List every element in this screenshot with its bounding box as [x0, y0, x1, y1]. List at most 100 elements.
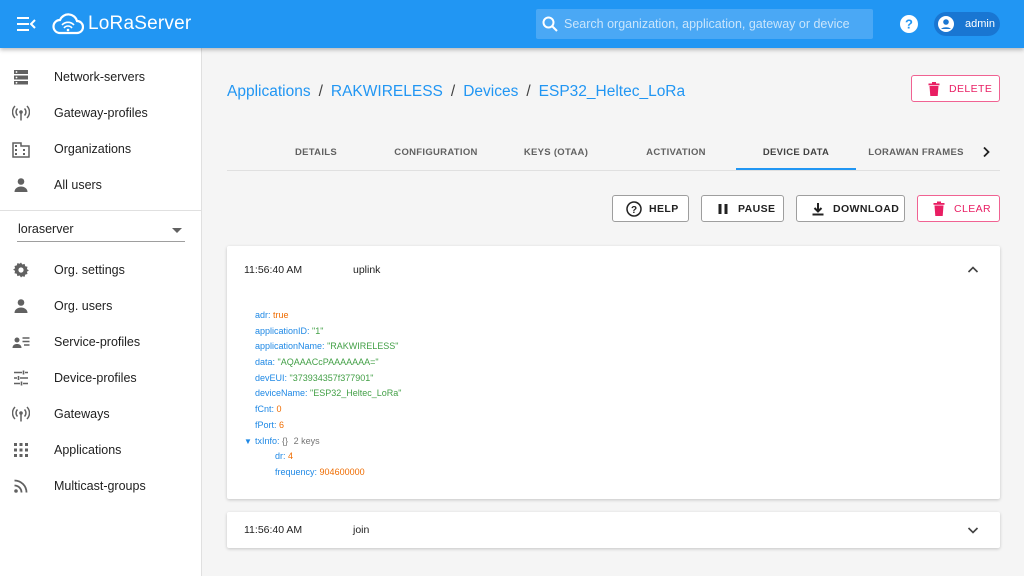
- radio-tower-icon: [12, 406, 30, 422]
- sidebar-item-all-users[interactable]: All users: [0, 167, 202, 203]
- breadcrumb-device[interactable]: ESP32_Heltec_LoRa: [539, 83, 686, 101]
- tune-icon: [14, 370, 28, 386]
- help-icon[interactable]: ?: [899, 14, 919, 34]
- delete-button-label: DELETE: [949, 83, 993, 95]
- json-value: 0: [276, 404, 282, 415]
- json-key: frequency: [275, 466, 315, 477]
- sidebar-item-network-servers[interactable]: Network-servers: [0, 59, 202, 95]
- event-type: uplink: [353, 264, 381, 276]
- gear-icon: [13, 262, 29, 278]
- download-icon: [812, 203, 824, 216]
- pause-button[interactable]: PAUSE: [701, 195, 784, 222]
- sidebar-item-label: Org. settings: [54, 263, 125, 277]
- sidebar-item-org-users[interactable]: Org. users: [0, 288, 202, 324]
- download-button[interactable]: DOWNLOAD: [796, 195, 905, 222]
- sidebar-item-organizations[interactable]: Organizations: [0, 131, 202, 167]
- chevron-up-icon[interactable]: [966, 263, 980, 277]
- svg-text:?: ?: [631, 205, 637, 216]
- json-row: fCnt: 0: [255, 404, 282, 415]
- apps-grid-icon: [14, 443, 28, 457]
- cloud-wifi-logo-icon: [52, 13, 84, 35]
- breadcrumb-devices[interactable]: Devices: [463, 83, 518, 101]
- json-key: txInfo: [255, 435, 278, 446]
- help-button-label: HELP: [649, 203, 679, 215]
- json-key: devEUI: [255, 372, 285, 383]
- menu-collapse-icon[interactable]: [14, 13, 38, 35]
- json-row: adr: true: [255, 310, 289, 320]
- app-logo[interactable]: LoRaServer: [52, 9, 191, 39]
- help-button[interactable]: ? HELP: [612, 195, 689, 222]
- sidebar-item-label: Multicast-groups: [54, 479, 146, 493]
- event-card-join: 11:56:40 AM join: [227, 512, 1000, 548]
- sidebar-item-device-profiles[interactable]: Device-profiles: [0, 360, 202, 396]
- server-icon: [14, 70, 28, 85]
- top-app-bar: LoRaServer ? admin: [0, 0, 1024, 48]
- dropdown-caret-icon: [172, 228, 182, 233]
- clear-button-label: CLEAR: [954, 203, 992, 215]
- breadcrumb-separator: /: [450, 83, 456, 100]
- json-key: applicationID: [255, 325, 308, 336]
- account-circle-icon: [938, 16, 954, 32]
- chevron-right-icon[interactable]: [979, 145, 993, 159]
- pause-icon: [718, 204, 728, 214]
- breadcrumb-separator: /: [318, 83, 323, 100]
- rss-icon: [14, 479, 28, 493]
- breadcrumb-applications[interactable]: Applications: [227, 83, 311, 101]
- json-row: devEUI: "373934357f377901": [255, 372, 374, 383]
- event-card-uplink: 11:56:40 AM uplink adr: true application…: [227, 246, 1000, 499]
- global-search: [536, 9, 873, 39]
- sidebar-item-gateways[interactable]: Gateways: [0, 396, 202, 432]
- sidebar-item-label: Gateways: [54, 407, 110, 421]
- search-input[interactable]: [564, 9, 864, 39]
- sidebar-item-label: Applications: [54, 443, 122, 457]
- json-value: 6: [279, 419, 285, 430]
- tab-configuration[interactable]: CONFIGURATION: [387, 134, 485, 170]
- search-icon: [542, 16, 558, 32]
- json-row: frequency: 904600000: [275, 466, 365, 477]
- json-key: applicationName: [255, 341, 323, 352]
- tab-device-data[interactable]: DEVICE DATA: [736, 134, 856, 170]
- pause-button-label: PAUSE: [738, 203, 776, 215]
- chevron-down-icon[interactable]: [966, 523, 980, 537]
- breadcrumb: Applications / RAKWIRELESS / Devices / E…: [227, 83, 685, 101]
- organization-select-value: loraserver: [18, 222, 74, 236]
- user-menu-chip[interactable]: admin: [934, 12, 1000, 36]
- event-time: 11:56:40 AM: [244, 524, 303, 536]
- sidebar-item-label: Organizations: [54, 142, 132, 156]
- json-value: true: [273, 310, 289, 320]
- json-key: fPort: [255, 419, 275, 430]
- sidebar-item-gateway-profiles[interactable]: Gateway-profiles: [0, 95, 202, 131]
- username: admin: [965, 18, 995, 30]
- json-value: 4: [288, 451, 294, 462]
- account-details-icon: [12, 337, 30, 348]
- sidebar-item-applications[interactable]: Applications: [0, 432, 202, 468]
- sidebar-item-label: Network-servers: [54, 70, 145, 84]
- json-value: 904600000: [319, 466, 365, 477]
- delete-device-button[interactable]: DELETE: [911, 75, 1000, 102]
- breadcrumb-application[interactable]: RAKWIRELESS: [331, 83, 443, 101]
- tab-lorawan-frames[interactable]: LORAWAN FRAMES: [867, 134, 965, 170]
- json-row-txinfo: ▼ txInfo: {} 2 keys: [244, 434, 402, 450]
- app-name: LoRaServer: [88, 13, 192, 34]
- json-key: fCnt: [255, 404, 272, 415]
- sidebar-item-org-settings[interactable]: Org. settings: [0, 252, 202, 288]
- sidebar-item-label: Device-profiles: [54, 371, 137, 385]
- radio-tower-icon: [12, 105, 30, 121]
- json-brace: {}: [282, 435, 289, 446]
- json-key: adr: [255, 310, 269, 320]
- json-row: data: "AQAAACcPAAAAAAA=": [255, 357, 379, 368]
- svg-text:?: ?: [905, 17, 913, 32]
- sidebar-item-label: Org. users: [54, 299, 113, 313]
- sidebar-item-service-profiles[interactable]: Service-profiles: [0, 324, 202, 360]
- tab-activation[interactable]: ACTIVATION: [627, 134, 725, 170]
- tab-details[interactable]: DETAILS: [267, 134, 365, 170]
- sidebar-divider: [0, 210, 202, 211]
- json-row: applicationName: "RAKWIRELESS": [255, 341, 399, 352]
- json-value: "RAKWIRELESS": [327, 341, 399, 352]
- tab-keys-otaa[interactable]: KEYS (OTAA): [507, 134, 605, 170]
- organization-select[interactable]: loraserver: [17, 218, 185, 242]
- sidebar-item-multicast-groups[interactable]: Multicast-groups: [0, 468, 202, 504]
- json-value: "AQAAACcPAAAAAAA=": [277, 357, 379, 368]
- clear-button[interactable]: CLEAR: [917, 195, 1000, 222]
- collapse-triangle-icon[interactable]: ▼: [244, 434, 252, 450]
